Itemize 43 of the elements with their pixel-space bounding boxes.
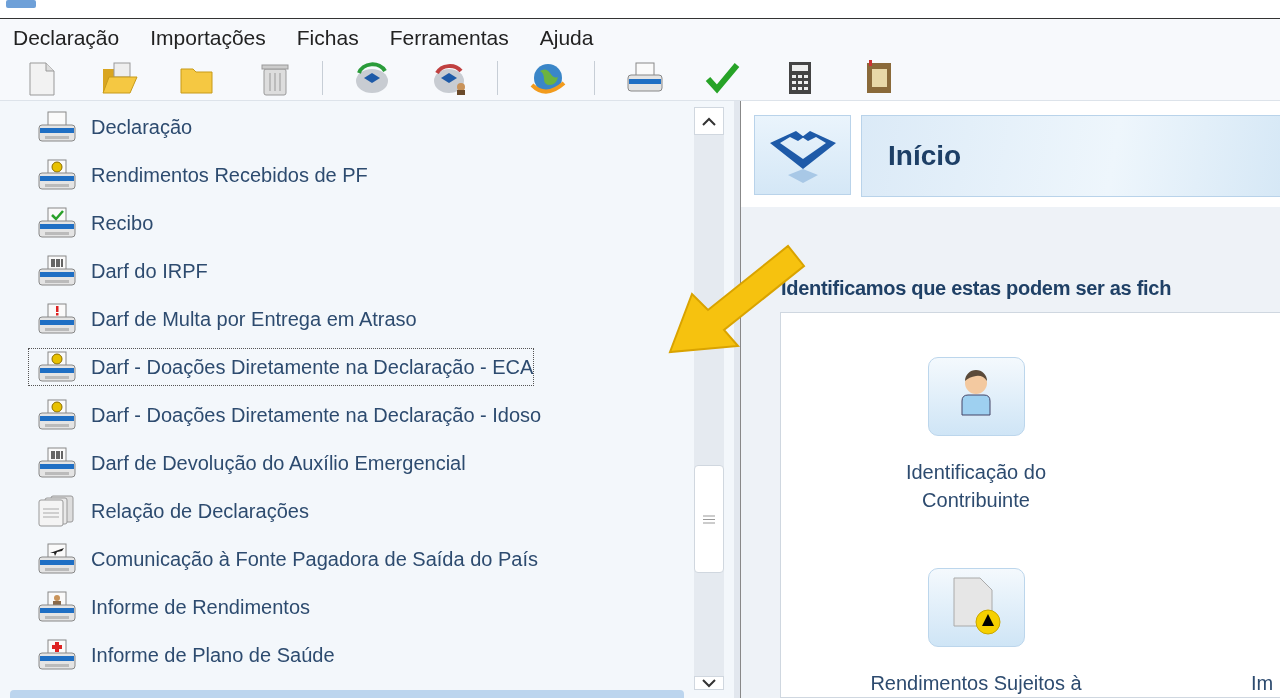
- sidebar-item[interactable]: Darf - Doações Diretamente na Declaração - ECA: [28, 348, 535, 386]
- sidebar-item[interactable]: Informe de Rendimentos: [28, 583, 311, 631]
- sidebar-item[interactable]: Darf - Doações Diretamente na Declaração - Idoso: [28, 391, 543, 439]
- sidebar-item[interactable]: Darf do IRPF: [28, 247, 209, 295]
- caret-up-icon: [702, 116, 716, 126]
- menu-item[interactable]: Ferramentas: [380, 25, 518, 50]
- sidebar-item[interactable]: Declaração: [28, 103, 194, 151]
- shortcut-label[interactable]: Rendimentos Sujeitos à: [866, 669, 1086, 697]
- shortcut-label[interactable]: Identificação do Contribuinte: [866, 458, 1086, 514]
- scroll-down-button[interactable]: [694, 676, 724, 690]
- printer-cross-icon: [37, 639, 77, 671]
- printer-coin-icon: [37, 351, 77, 383]
- shortcut-label[interactable]: Im: [1251, 669, 1274, 697]
- printer-icon: [37, 111, 77, 143]
- printer-barcode-icon: [37, 447, 77, 479]
- app-icon: [6, 0, 36, 8]
- printer-barcode-icon: [37, 255, 77, 287]
- scrollbar-thumb[interactable]: [694, 465, 724, 573]
- printer-person-icon: [37, 591, 77, 623]
- sidebar-item[interactable]: Darf de Multa por Entrega em Atraso: [28, 295, 418, 343]
- menu-item[interactable]: Importações: [141, 25, 275, 50]
- open-folder-icon[interactable]: [100, 59, 140, 97]
- printer-alert-icon: [37, 303, 77, 335]
- sidebar-item[interactable]: Darf de Devolução do Auxílio Emergencial: [28, 439, 467, 487]
- sidebar-item[interactable]: Recibo: [28, 199, 155, 247]
- sidebar-item[interactable]: Informe de Plano de Saúde: [28, 631, 336, 679]
- menu-item[interactable]: Ajuda: [530, 25, 603, 50]
- shortcut-tile[interactable]: [927, 568, 1025, 647]
- sidebar-item[interactable]: Relação de Declarações: [28, 487, 310, 535]
- printer-coin-icon: [37, 159, 77, 191]
- shortcut-tile[interactable]: [927, 357, 1025, 436]
- printer-check-icon: [37, 207, 77, 239]
- documents-icon: [37, 495, 77, 527]
- caret-down-icon: [702, 678, 716, 688]
- printer-plane-icon: [37, 543, 77, 575]
- menu-item[interactable]: Fichas: [287, 25, 368, 50]
- page-title-banner: Início: [861, 115, 1280, 197]
- section-heading: Identificamos que estas podem ser as fich: [781, 277, 1173, 300]
- menu-item[interactable]: Declaração: [4, 25, 129, 50]
- sidebar-item[interactable]: Rendimentos Recebidos de PF: [28, 151, 369, 199]
- printer-coin-icon: [37, 399, 77, 431]
- scroll-up-button[interactable]: [694, 107, 724, 135]
- sidebar-item[interactable]: Comunicação à Fonte Pagadora de Saída do País: [28, 535, 539, 583]
